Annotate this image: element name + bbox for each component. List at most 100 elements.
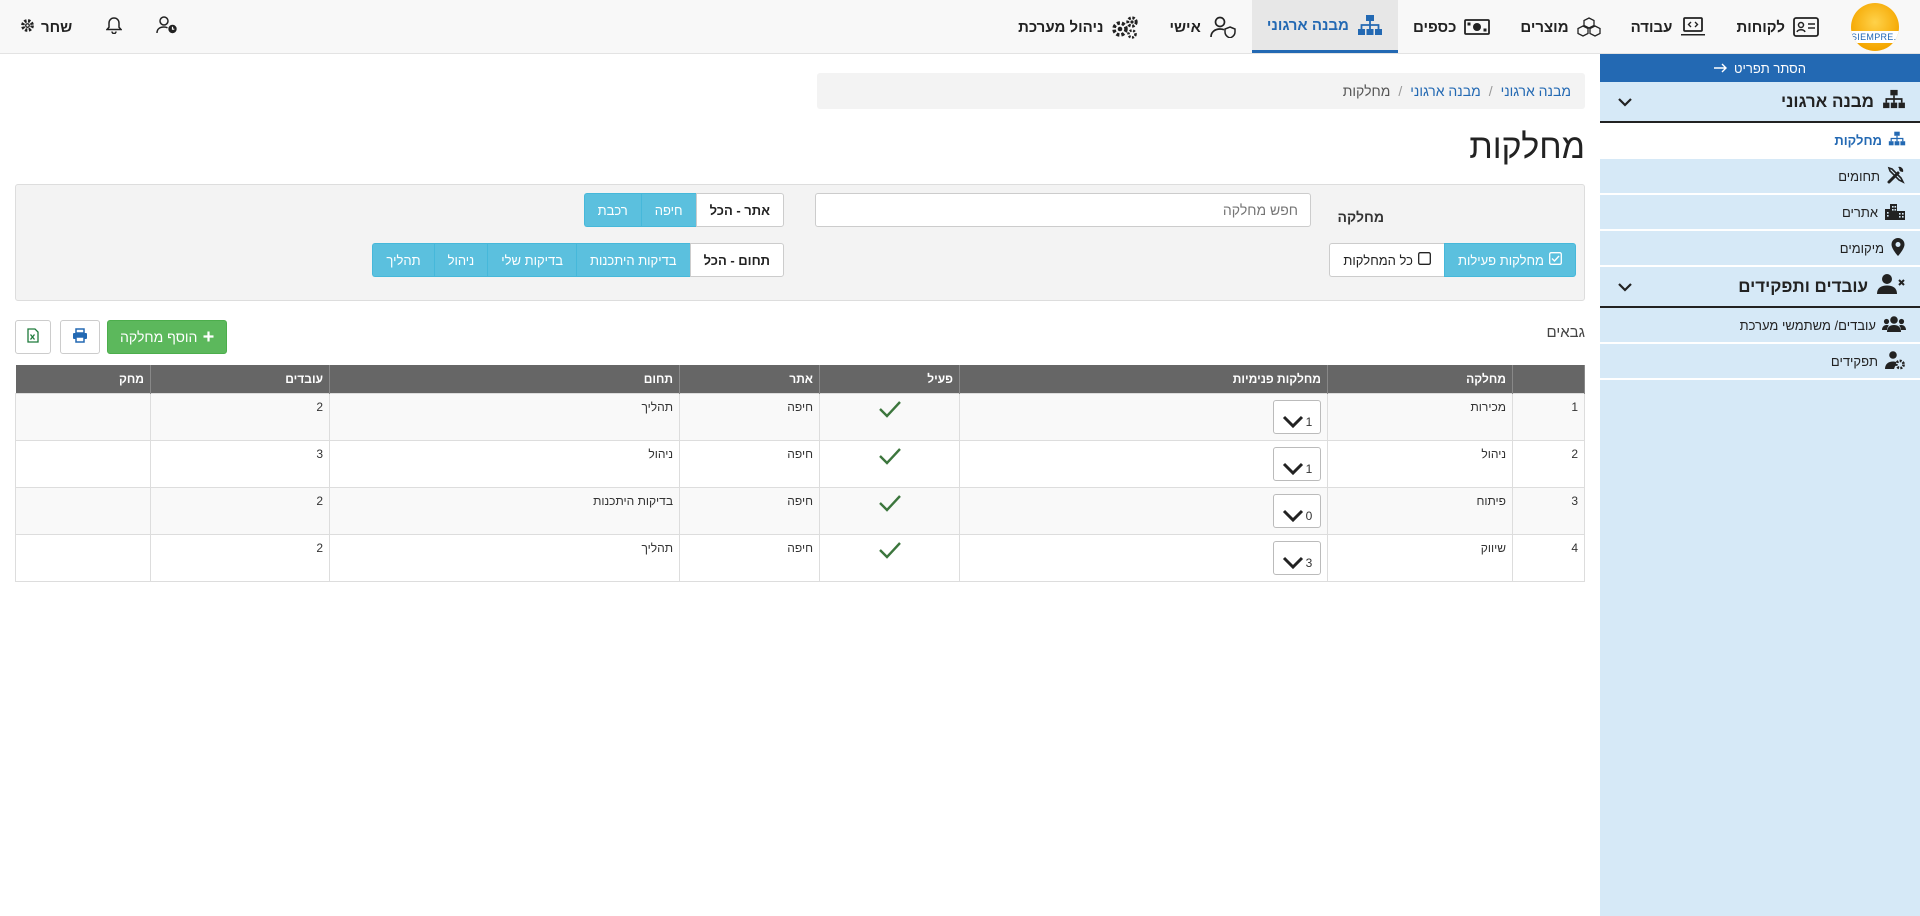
filter-panel: מחלקה אתר - הכל חיפה רכבת מחלקות פעילות …	[15, 184, 1585, 301]
domain-filter-my-tests[interactable]: בדיקות שלי	[487, 243, 576, 277]
sidebar-item-label: מחלקות	[1834, 132, 1882, 148]
sidebar-item-domains[interactable]: תחומים	[1600, 159, 1920, 195]
departments-table: מחלקה מחלקות פנימיות פעיל אתר תחום עובדי…	[15, 365, 1585, 582]
sidebar-item-locations[interactable]: מיקומים	[1600, 231, 1920, 267]
table-row: 4 שיווק 3 חיפה תהליך 2	[15, 533, 1585, 582]
sidebar-item-label: עובדים/ משתמשי מערכת	[1739, 317, 1876, 333]
breadcrumb-root[interactable]: מבנה ארגוני	[1501, 83, 1571, 99]
gear-icon	[20, 18, 35, 37]
cell-delete	[15, 392, 151, 441]
inner-departments-dropdown[interactable]: 1	[1273, 446, 1321, 481]
siempre-logo[interactable]: SIEMPRE...	[1838, 0, 1912, 54]
department-filter-label: מחלקה	[1337, 209, 1384, 225]
sidebar-item-sites[interactable]: אתרים	[1600, 195, 1920, 231]
sidebar: הסתר תפריט מבנה ארגוני מחלקות תחומים אתר…	[1600, 54, 1920, 916]
sitemap-icon	[1882, 89, 1906, 114]
cell-num: 2	[1512, 439, 1585, 488]
users-icon	[1882, 315, 1906, 336]
nav-finance[interactable]: כספים	[1398, 0, 1505, 54]
nav-personal[interactable]: אישי	[1154, 0, 1251, 54]
domain-filter-all[interactable]: תחום - הכל	[689, 243, 784, 277]
nav-work[interactable]: עבודה	[1616, 0, 1722, 54]
table-row: 1 מכירות 1 חיפה תהליך 2	[15, 392, 1585, 441]
col-active[interactable]: פעיל	[819, 365, 960, 393]
cell-num: 1	[1512, 392, 1585, 441]
cell-delete	[15, 533, 151, 582]
checked-square-icon	[1549, 252, 1562, 268]
cell-employees: 2	[150, 533, 330, 582]
chevron-down-icon	[1618, 277, 1632, 297]
chevron-down-icon	[1618, 92, 1632, 112]
inner-departments-dropdown[interactable]: 3	[1273, 540, 1321, 575]
user-menu[interactable]: שחר	[20, 18, 72, 37]
cell-active	[819, 533, 960, 582]
hide-menu-label: הסתר תפריט	[1734, 60, 1806, 76]
site-filter-all[interactable]: אתר - הכל	[695, 193, 784, 227]
add-department-button[interactable]: הוסף מחלקה	[107, 320, 228, 354]
col-department[interactable]: מחלקה	[1327, 365, 1513, 393]
col-employees[interactable]: עובדים	[150, 365, 330, 393]
cell-domain: תהליך	[329, 392, 680, 441]
file-excel-icon	[27, 328, 39, 346]
arrow-right-icon	[1714, 61, 1728, 76]
sidebar-item-roles[interactable]: תפקידים	[1600, 344, 1920, 380]
nav-products[interactable]: מוצרים	[1505, 0, 1615, 54]
col-site[interactable]: אתר	[679, 365, 820, 393]
sidebar-item-employees[interactable]: עובדים/ משתמשי מערכת	[1600, 308, 1920, 344]
nav-label: כספים	[1412, 18, 1457, 36]
site-filter-rakevet[interactable]: רכבת	[583, 193, 641, 227]
cell-domain: בדיקות היתכנות	[329, 486, 680, 535]
id-card-icon	[1793, 17, 1819, 37]
inner-count: 0	[1305, 508, 1313, 523]
site-filter-haifa[interactable]: חיפה	[640, 193, 696, 227]
chevron-down-icon	[1282, 556, 1303, 569]
table-header-row: מחלקה מחלקות פנימיות פעיל אתר תחום עובדי…	[15, 365, 1585, 393]
cell-inner: 0	[959, 486, 1328, 535]
cell-active	[819, 486, 960, 535]
sidebar-item-label: תחומים	[1838, 168, 1880, 184]
all-departments-toggle[interactable]: כל המחלקות	[1329, 243, 1444, 277]
department-search-input[interactable]	[815, 193, 1311, 227]
active-departments-toggle[interactable]: מחלקות פעילות	[1443, 243, 1576, 277]
inner-count: 1	[1305, 461, 1313, 476]
nav-org-structure[interactable]: מבנה ארגוני	[1251, 0, 1398, 53]
user-clock-icon[interactable]	[156, 15, 178, 39]
cell-inner: 1	[959, 392, 1328, 441]
table-row: 2 ניהול 1 חיפה ניהול 3	[15, 439, 1585, 488]
col-domain[interactable]: תחום	[329, 365, 680, 393]
bell-icon[interactable]	[105, 16, 123, 39]
col-inner-departments[interactable]: מחלקות פנימיות	[959, 365, 1328, 393]
sidebar-item-departments[interactable]: מחלקות	[1600, 123, 1920, 159]
sidebar-group-org-structure[interactable]: מבנה ארגוני	[1600, 82, 1920, 123]
sidebar-group-employees-roles[interactable]: עובדים ותפקידים	[1600, 267, 1920, 308]
map-marker-icon	[1890, 237, 1906, 260]
cell-department: מכירות	[1327, 392, 1513, 441]
check-icon	[878, 400, 901, 418]
breadcrumb-mid[interactable]: מבנה ארגוני	[1410, 83, 1480, 99]
domain-filter-feasibility[interactable]: בדיקות היתכנות	[576, 243, 690, 277]
export-excel-button[interactable]	[15, 320, 51, 354]
domain-filter-management[interactable]: ניהול	[433, 243, 488, 277]
cell-num: 3	[1512, 486, 1585, 535]
user-shield-icon	[1209, 16, 1237, 38]
nav-system-admin[interactable]: ניהול מערכת	[1003, 0, 1154, 54]
print-button[interactable]	[60, 320, 100, 354]
main-nav: לקוחות עבודה מוצרים כספים מבנה ארגוני אי…	[1003, 0, 1834, 53]
sidebar-item-label: מיקומים	[1839, 240, 1884, 256]
nav-customers[interactable]: לקוחות	[1721, 0, 1834, 54]
add-department-label: הוסף מחלקה	[120, 329, 198, 345]
check-icon	[878, 494, 901, 512]
cell-domain: תהליך	[329, 533, 680, 582]
sidebar-item-label: אתרים	[1841, 204, 1878, 220]
cell-domain: ניהול	[329, 439, 680, 488]
inner-departments-dropdown[interactable]: 0	[1273, 493, 1321, 528]
breadcrumb-separator: /	[1398, 83, 1403, 99]
cell-employees: 3	[150, 439, 330, 488]
check-icon	[878, 541, 901, 559]
inner-departments-dropdown[interactable]: 1	[1273, 399, 1321, 434]
cell-site: חיפה	[679, 486, 820, 535]
active-filter-group: מחלקות פעילות כל המחלקות	[1329, 243, 1576, 277]
domain-filter-process[interactable]: תהליך	[372, 243, 434, 277]
hide-menu-toggle[interactable]: הסתר תפריט	[1600, 54, 1920, 82]
tools-icon	[1886, 165, 1906, 188]
